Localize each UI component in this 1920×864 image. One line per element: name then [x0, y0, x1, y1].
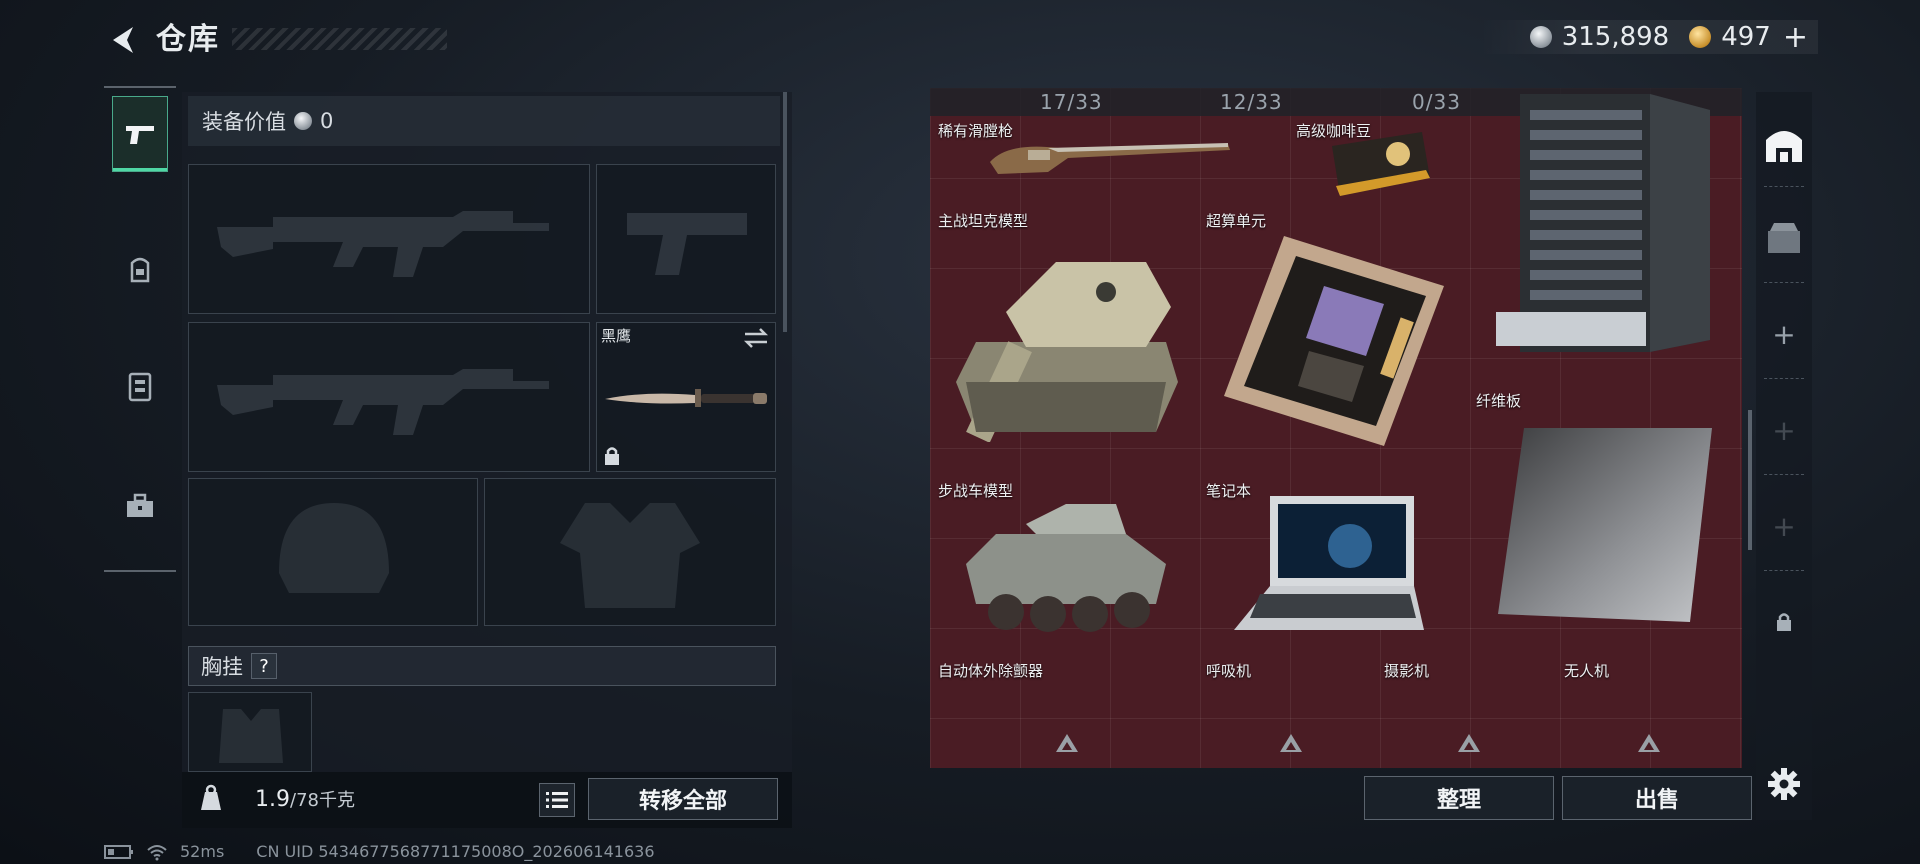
equipment-value-header: 装备价值 0 — [188, 96, 780, 146]
list-view-button[interactable] — [539, 783, 575, 817]
locked-storage-tab[interactable] — [1756, 594, 1812, 650]
fiberboard-icon[interactable] — [1494, 424, 1714, 624]
chest-rig-bar: 胸挂 ? — [188, 646, 776, 686]
helmet-slot[interactable] — [188, 478, 478, 626]
silver-coin-icon — [294, 112, 312, 130]
item-label-drone: 无人机 — [1564, 662, 1610, 680]
add-storage-tab-2[interactable]: + — [1756, 402, 1812, 458]
lock-icon — [1777, 613, 1791, 631]
capacity-counter-3: 0/33 — [1412, 90, 1461, 114]
capacity-counter-1: 17/33 — [1040, 90, 1103, 114]
back-button[interactable] — [100, 18, 144, 62]
swap-icon[interactable] — [743, 327, 769, 349]
tab-helmet[interactable] — [112, 242, 168, 298]
vest-silhouette-icon — [560, 503, 700, 608]
item-label-aed: 自动体外除颤器 — [938, 662, 1044, 680]
rail-separator — [1764, 474, 1804, 475]
rifle-silhouette-icon — [217, 211, 549, 277]
storage-tab-secondary[interactable] — [1756, 210, 1812, 266]
plus-icon: + — [1772, 509, 1796, 543]
gold-amount: 497 — [1721, 22, 1771, 52]
rig-silhouette-icon — [219, 709, 283, 763]
item-label-tank: 主战坦克模型 — [938, 212, 1029, 230]
status-row: 52ms CN UID 5434677568771175008O_2026061… — [104, 842, 655, 861]
plus-icon: + — [1772, 413, 1796, 447]
uid-text: CN UID 5434677568771175008O_202606141636 — [256, 842, 655, 861]
chest-rig-slot[interactable] — [188, 692, 312, 772]
list-icon — [546, 792, 568, 808]
item-label-fiberboard: 纤维板 — [1476, 392, 1522, 410]
gear-icon — [1768, 768, 1800, 800]
weight-max: /78千克 — [290, 790, 355, 811]
add-storage-tab-1[interactable]: + — [1756, 306, 1812, 362]
helmet-silhouette-icon — [279, 503, 389, 593]
rarity-triangle-icon — [1280, 734, 1302, 752]
tab-weapons[interactable] — [112, 96, 168, 172]
primary-weapon-slot-1[interactable] — [188, 164, 590, 314]
plus-icon: + — [1772, 317, 1796, 351]
battery-icon — [104, 844, 133, 859]
help-button[interactable]: ? — [251, 653, 277, 679]
page-title: 仓库 — [156, 22, 220, 57]
laptop-icon[interactable] — [1230, 490, 1424, 640]
storage-tab-main[interactable] — [1756, 116, 1812, 172]
silver-amount: 315,898 — [1561, 22, 1670, 52]
settings-button[interactable] — [1760, 760, 1808, 808]
backpack-icon — [130, 257, 150, 283]
capacity-counter-2: 12/33 — [1220, 90, 1283, 114]
pistol-icon — [126, 126, 154, 144]
ping-value: 52ms — [180, 842, 225, 861]
server-rack-icon[interactable] — [1490, 90, 1716, 360]
rail-separator — [1764, 378, 1804, 379]
rarity-triangle-icon — [1056, 734, 1078, 752]
toolbox-icon — [127, 493, 153, 517]
add-currency-button[interactable]: + — [1783, 20, 1808, 55]
add-storage-tab-3[interactable]: + — [1756, 498, 1812, 554]
rifle-silhouette-icon — [217, 369, 549, 435]
weight-kg-icon — [190, 778, 232, 820]
coffee-bag-icon[interactable] — [1326, 128, 1436, 200]
currency-bar: 315,898 497 + — [1479, 20, 1818, 55]
chest-rig-label: 胸挂 — [201, 655, 243, 679]
rail-separator — [1764, 186, 1804, 187]
warehouse-icon — [1766, 131, 1802, 162]
wifi-icon — [147, 844, 167, 860]
tab-case[interactable] — [112, 478, 168, 534]
melee-slot[interactable]: 黑鹰 — [596, 322, 776, 472]
rail-separator — [1764, 282, 1804, 283]
tab-armor[interactable] — [112, 358, 168, 414]
transfer-all-button[interactable]: 转移全部 — [588, 778, 778, 820]
pistol-slot[interactable] — [596, 164, 776, 314]
armor-vest-icon — [128, 372, 152, 402]
gold-coin-icon — [1689, 26, 1712, 48]
title-decoration — [232, 28, 447, 50]
tank-model-icon[interactable] — [946, 232, 1186, 442]
weight-readout: 1.9/78千克 — [255, 786, 355, 812]
silver-coin-icon — [1529, 26, 1552, 48]
sell-button[interactable]: 出售 — [1562, 776, 1752, 820]
back-arrow-icon — [113, 27, 133, 53]
category-rail — [104, 86, 176, 572]
primary-weapon-slot-2[interactable] — [188, 322, 590, 472]
rarity-triangle-icon — [1638, 734, 1660, 752]
supercompute-board-icon[interactable] — [1214, 226, 1454, 456]
crate-icon — [1768, 223, 1800, 253]
lock-icon — [605, 447, 619, 465]
tidy-button[interactable]: 整理 — [1364, 776, 1554, 820]
musket-icon[interactable] — [988, 132, 1238, 176]
rail-separator — [1764, 570, 1804, 571]
equipment-value: 0 — [320, 109, 334, 133]
storage-scrollbar[interactable] — [1748, 410, 1752, 550]
rarity-triangle-icon — [1458, 734, 1480, 752]
item-label-camera: 摄影机 — [1384, 662, 1430, 680]
equipment-scrollbar[interactable] — [783, 92, 787, 332]
knife-icon — [605, 389, 767, 407]
melee-name: 黑鹰 — [601, 327, 632, 345]
item-label-ventilator: 呼吸机 — [1206, 662, 1252, 680]
armor-slot[interactable] — [484, 478, 776, 626]
pistol-silhouette-icon — [627, 213, 747, 275]
equipment-value-label: 装备价值 — [202, 110, 286, 134]
ifv-model-icon[interactable] — [956, 494, 1176, 644]
weight-current: 1.9 — [255, 787, 290, 812]
